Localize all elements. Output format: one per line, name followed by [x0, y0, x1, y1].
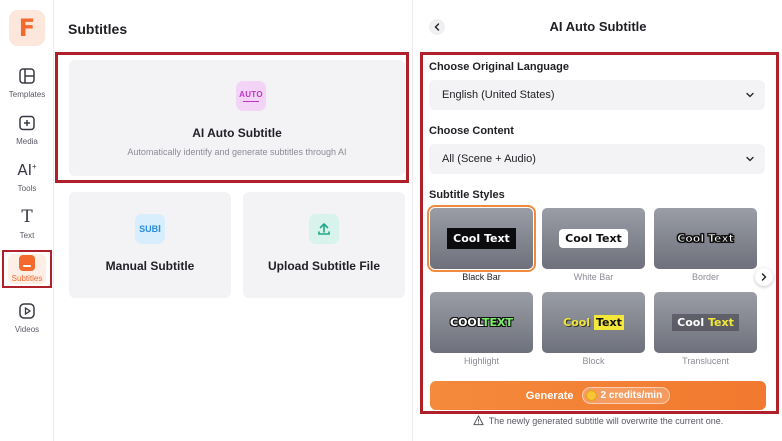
- manual-subtitle-card[interactable]: SUB I Manual Subtitle: [69, 192, 231, 298]
- auto-icon: AUTO: [236, 81, 266, 111]
- sidebar-item-label: Videos: [14, 325, 40, 334]
- ai-tools-icon: AI +: [17, 161, 37, 179]
- style-preview-text: COOLTEXT: [450, 316, 513, 329]
- sidebar-item-templates[interactable]: Templates: [0, 64, 54, 106]
- sidebar-item-subtitles[interactable]: Subtitles: [2, 250, 52, 288]
- videos-icon: [17, 301, 37, 321]
- warning-icon: [473, 415, 484, 426]
- style-name: Black Bar: [462, 272, 501, 282]
- sidebar-item-label: Media: [16, 137, 38, 146]
- style-block[interactable]: Cool Text: [542, 292, 645, 353]
- card-title: Manual Subtitle: [105, 259, 195, 273]
- card-title: AI Auto Subtitle: [192, 126, 282, 140]
- style-translucent[interactable]: Cool Text: [654, 292, 757, 353]
- subtitle-styles-label: Subtitle Styles: [429, 189, 505, 201]
- style-preview-text: Cool Text: [447, 228, 516, 249]
- text-icon: T: [17, 207, 37, 227]
- generate-label: Generate: [525, 389, 574, 402]
- sidebar-item-text[interactable]: T Text: [0, 205, 54, 247]
- content-select[interactable]: All (Scene + Audio): [429, 144, 765, 174]
- auto-badge-text: AUTO: [239, 89, 263, 99]
- style-name: Border: [691, 272, 719, 282]
- card-title: Upload Subtitle File: [267, 259, 380, 273]
- style-name: Highlight: [463, 356, 500, 366]
- style-preview-text: Cool Text: [559, 229, 628, 248]
- sidebar-item-label: Templates: [8, 90, 46, 99]
- language-label: Choose Original Language: [429, 61, 569, 73]
- style-name: Translucent: [682, 356, 729, 366]
- sidebar-item-media[interactable]: Media: [0, 111, 54, 153]
- upload-subtitle-card[interactable]: Upload Subtitle File: [243, 192, 405, 298]
- style-highlight[interactable]: COOLTEXT: [430, 292, 533, 353]
- chevron-right-icon: [761, 273, 767, 281]
- style-border[interactable]: Cool Text: [654, 208, 757, 269]
- card-description: Automatically identify and generate subt…: [127, 147, 347, 157]
- style-name: Block: [582, 356, 605, 366]
- logo-letter: F: [18, 14, 36, 42]
- language-value: English (United States): [442, 89, 555, 101]
- sidebar-item-videos[interactable]: Videos: [0, 299, 54, 341]
- sub-icon: SUB I: [135, 214, 165, 244]
- back-button[interactable]: [429, 19, 445, 35]
- subtitles-panel: Subtitles AUTO AI Auto Subtitle Automati…: [55, 0, 411, 441]
- sidebar-item-label: Text: [19, 231, 35, 240]
- style-preview-text: Cool Text: [677, 232, 734, 246]
- credits-text: 2 credits/min: [600, 390, 663, 401]
- panel-title: AI Auto Subtitle: [549, 19, 647, 34]
- styles-next-button[interactable]: [755, 268, 773, 286]
- ai-auto-subtitle-card[interactable]: AUTO AI Auto Subtitle Automatically iden…: [69, 60, 405, 176]
- ai-tools-glyph: AI: [17, 161, 32, 179]
- sidebar: F Templates Media AI + Tools T Text Subti…: [0, 0, 54, 441]
- sub-badge-text: SUB: [139, 224, 159, 234]
- credits-badge: 2 credits/min: [581, 387, 671, 404]
- style-preview-text: Cool Text: [563, 315, 624, 330]
- panel-title: Subtitles: [68, 21, 128, 37]
- chevron-left-icon: [434, 23, 440, 31]
- content-label: Choose Content: [429, 125, 514, 137]
- style-black-bar[interactable]: Cool Text: [427, 205, 536, 272]
- sidebar-item-tools[interactable]: AI + Tools: [0, 158, 54, 200]
- templates-icon: [17, 66, 37, 86]
- upload-icon: [309, 214, 339, 244]
- media-icon: [17, 113, 37, 133]
- chevron-down-icon: [746, 92, 754, 98]
- style-white-bar[interactable]: Cool Text: [542, 208, 645, 269]
- ai-auto-subtitle-panel: AI Auto Subtitle Choose Original Languag…: [412, 0, 782, 441]
- style-name: White Bar: [573, 272, 614, 282]
- language-select[interactable]: English (United States): [429, 80, 765, 110]
- sidebar-item-label: Tools: [17, 184, 37, 193]
- app-logo[interactable]: F: [9, 10, 45, 46]
- overwrite-note: The newly generated subtitle will overwr…: [413, 415, 782, 426]
- style-preview-text: Cool Text: [672, 314, 739, 331]
- content-value: All (Scene + Audio): [442, 153, 536, 165]
- generate-button[interactable]: Generate 2 credits/min: [430, 381, 766, 410]
- coin-icon: [585, 390, 597, 401]
- note-text: The newly generated subtitle will overwr…: [488, 415, 724, 426]
- chevron-down-icon: [746, 156, 754, 162]
- subtitles-icon: [19, 255, 35, 271]
- text-glyph: T: [21, 207, 33, 227]
- sidebar-item-label: Subtitles: [11, 274, 43, 283]
